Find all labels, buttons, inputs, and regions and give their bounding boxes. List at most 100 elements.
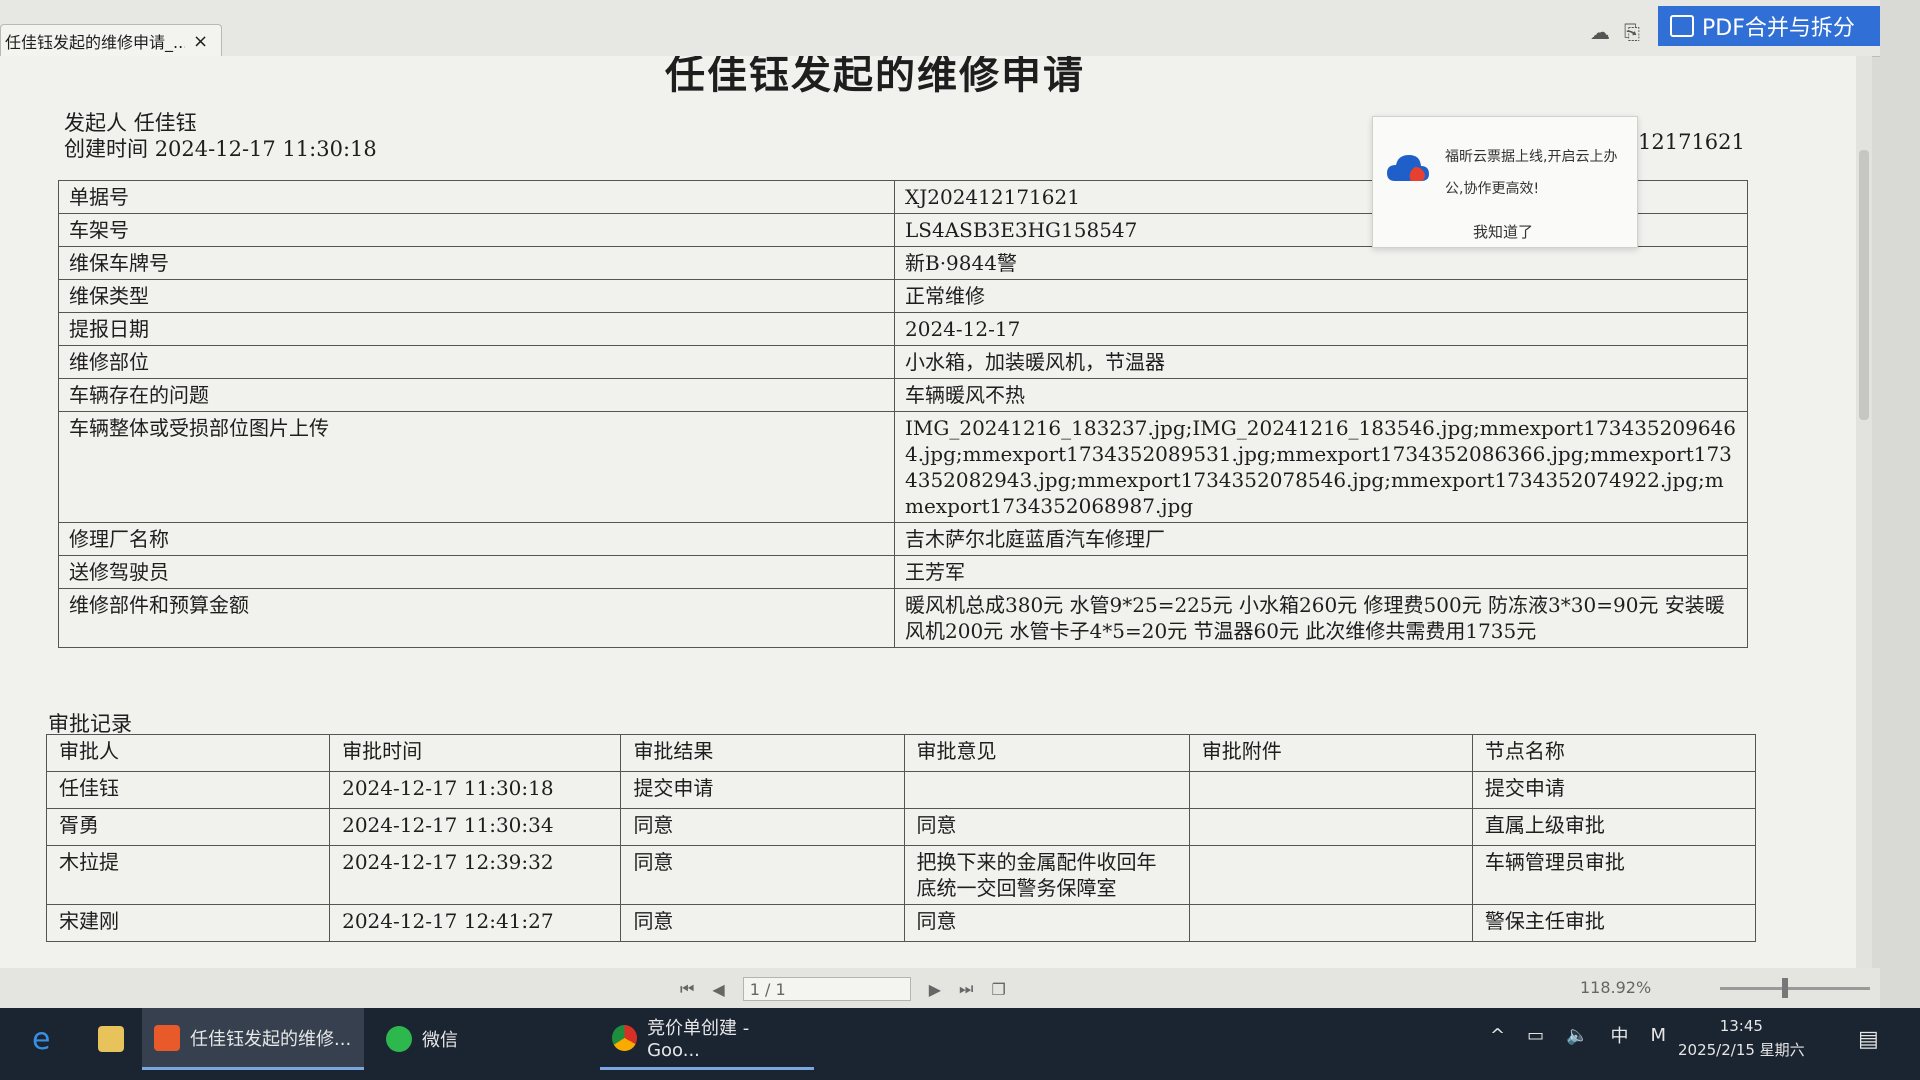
created-label: 创建时间: [64, 137, 148, 161]
taskbar-item-label: 竞价单创建 - Goo...: [647, 1018, 750, 1061]
table-row: 木拉提 2024-12-17 12:39:32 同意 把换下来的金属配件收回年底统一交…: [45, 845, 1757, 905]
close-icon[interactable]: ×: [193, 31, 208, 52]
clock-date: 2025/2/15 星期六: [1678, 1041, 1805, 1059]
chevron-up-icon[interactable]: ^: [1490, 1025, 1505, 1046]
column-header: 节点名称: [1471, 734, 1757, 772]
next-page-icon[interactable]: ▶: [929, 980, 941, 999]
table-cell: 同意: [620, 845, 905, 905]
table-row: 任佳钰 2024-12-17 11:30:18 提交申请 提交申请: [45, 771, 1757, 809]
info-row: 提报日期 2024-12-17: [58, 312, 1748, 346]
column-header: 审批意见: [903, 734, 1190, 772]
zoom-level[interactable]: 118.92%: [1580, 978, 1651, 997]
export-icon[interactable]: ⎘: [1624, 20, 1640, 44]
info-label: 车辆存在的问题: [58, 378, 895, 412]
table-cell: [1188, 904, 1473, 942]
first-page-icon[interactable]: ⏮: [680, 979, 694, 999]
table-cell: 木拉提: [45, 845, 331, 905]
table-cell: 把换下来的金属配件收回年底统一交回警务保障室: [903, 845, 1190, 905]
table-cell: 同意: [903, 904, 1190, 942]
edge-browser-icon[interactable]: e: [20, 1008, 62, 1070]
info-value: 小水箱，加装暖风机，节温器: [894, 345, 1748, 379]
info-label: 车辆整体或受损部位图片上传: [58, 411, 895, 523]
table-cell: 提交申请: [1471, 771, 1757, 809]
info-label: 送修驾驶员: [58, 555, 895, 589]
wechat-icon: [386, 1026, 412, 1052]
taskbar-foxit-reader[interactable]: 任佳钰发起的维修...: [142, 1008, 364, 1070]
taskbar-item-label: 微信: [422, 1030, 458, 1051]
pdf-icon: [1670, 15, 1694, 37]
info-row: 维修部位 小水箱，加装暖风机，节温器: [58, 345, 1748, 379]
document-page: 任佳钰发起的维修申请 发起人 任佳钰 创建时间 2024-12-17 11:30…: [0, 56, 1860, 968]
info-value: 新B·9844警: [894, 246, 1748, 280]
table-cell: 宋建刚: [45, 904, 331, 942]
popup-message: 福昕云票据上线,开启云上办公,协作更高效!: [1445, 149, 1618, 197]
tab-title: 任佳钰发起的维修申请_...: [5, 33, 185, 52]
info-value: 2024-12-17: [894, 312, 1748, 346]
clock-time: 13:45: [1719, 1017, 1763, 1035]
zoom-slider[interactable]: [1720, 987, 1870, 990]
taskbar-chrome[interactable]: 竞价单创建 - Goo...: [600, 1008, 814, 1070]
file-explorer-icon[interactable]: [86, 1008, 136, 1070]
created-value: 2024-12-17 11:30:18: [154, 137, 377, 161]
info-label: 维修部位: [58, 345, 895, 379]
info-row: 维修部件和预算金额 暖风机总成380元 水管9*25=225元 小水箱260元 修…: [58, 588, 1748, 648]
pdf-merge-split-button[interactable]: PDF合并与拆分: [1658, 6, 1880, 46]
pdf-merge-split-label: PDF合并与拆分: [1702, 16, 1855, 41]
tab-bar: 任佳钰发起的维修申请_... × ☁ ⎘ PDF合并与拆分: [0, 0, 1880, 57]
cloud-icon[interactable]: ☁: [1590, 20, 1610, 44]
page-layout-icon[interactable]: ❐: [991, 980, 1005, 999]
initiator-value: 任佳钰: [133, 111, 197, 135]
last-page-icon[interactable]: ⏭: [959, 979, 973, 999]
network-icon[interactable]: ▭: [1527, 1025, 1544, 1046]
table-cell: 同意: [620, 904, 905, 942]
table-cell: 直属上级审批: [1471, 808, 1757, 846]
table-row: 胥勇 2024-12-17 11:30:34 同意 同意 直属上级审批: [45, 808, 1757, 846]
page-number-value: 1 / 1: [749, 979, 786, 999]
info-label: 车架号: [58, 213, 895, 247]
info-label: 维保车牌号: [58, 246, 895, 280]
info-value: 暖风机总成380元 水管9*25=225元 小水箱260元 修理费500元 防冻…: [894, 588, 1748, 648]
taskbar-wechat[interactable]: 微信: [374, 1008, 574, 1070]
cloud-icon: [1387, 155, 1429, 181]
info-value: 吉木萨尔北庭蓝盾汽车修理厂: [894, 522, 1748, 556]
zoom-slider-handle[interactable]: [1782, 978, 1788, 998]
info-row: 维保车牌号 新B·9844警: [58, 246, 1748, 280]
system-tray: ^ ▭ 🔈 中 M: [1490, 1022, 1666, 1048]
info-value: 正常维修: [894, 279, 1748, 313]
chrome-icon: [612, 1024, 638, 1051]
column-header: 审批人: [45, 734, 331, 772]
table-row: 宋建刚 2024-12-17 12:41:27 同意 同意 警保主任审批: [45, 904, 1757, 942]
cloud-notification-popup: 福昕云票据上线,开启云上办公,协作更高效! 我知道了: [1372, 116, 1638, 248]
info-value: IMG_20241216_183237.jpg;IMG_20241216_183…: [894, 411, 1748, 523]
info-label: 维保类型: [58, 279, 895, 313]
popup-dismiss-button[interactable]: 我知道了: [1473, 221, 1533, 242]
document-meta: 发起人 任佳钰 创建时间 2024-12-17 11:30:18: [64, 110, 377, 162]
order-number-fragment: 12171621: [1638, 130, 1745, 154]
table-cell: 2024-12-17 11:30:34: [329, 808, 622, 846]
table-cell: 警保主任审批: [1471, 904, 1757, 942]
column-header: 审批附件: [1188, 734, 1473, 772]
table-cell: [1188, 808, 1473, 846]
info-row: 修理厂名称 吉木萨尔北庭蓝盾汽车修理厂: [58, 522, 1748, 556]
foxit-icon: [154, 1024, 180, 1051]
table-cell: [1188, 845, 1473, 905]
page-number-field[interactable]: 1 / 1: [742, 977, 911, 1001]
document-tab[interactable]: 任佳钰发起的维修申请_... ×: [0, 24, 222, 57]
taskbar: e 任佳钰发起的维修... 微信 竞价单创建 - Goo... ^ ▭ 🔈 中 …: [0, 1008, 1920, 1080]
prev-page-icon[interactable]: ◀: [712, 980, 724, 999]
ime-mode-icon[interactable]: M: [1651, 1025, 1667, 1046]
scrollbar-thumb[interactable]: [1859, 150, 1869, 420]
table-cell: 同意: [620, 808, 905, 846]
table-cell: 提交申请: [620, 771, 905, 809]
notification-icon[interactable]: ▤: [1846, 1008, 1891, 1070]
info-row: 车辆存在的问题 车辆暖风不热: [58, 378, 1748, 412]
system-clock[interactable]: 13:45 2025/2/15 星期六: [1678, 1014, 1805, 1062]
viewer-bottom-toolbar: ⏮ ◀ 1 / 1 ▶ ⏭ ❐ 118.92%: [0, 968, 1880, 1008]
table-cell: 2024-12-17 12:39:32: [329, 845, 622, 905]
table-cell: 2024-12-17 11:30:18: [329, 771, 622, 809]
info-label: 提报日期: [58, 312, 895, 346]
volume-icon[interactable]: 🔈: [1566, 1025, 1588, 1046]
table-cell: 任佳钰: [45, 771, 331, 809]
vertical-scrollbar[interactable]: [1856, 56, 1872, 968]
ime-indicator[interactable]: 中: [1611, 1022, 1629, 1048]
